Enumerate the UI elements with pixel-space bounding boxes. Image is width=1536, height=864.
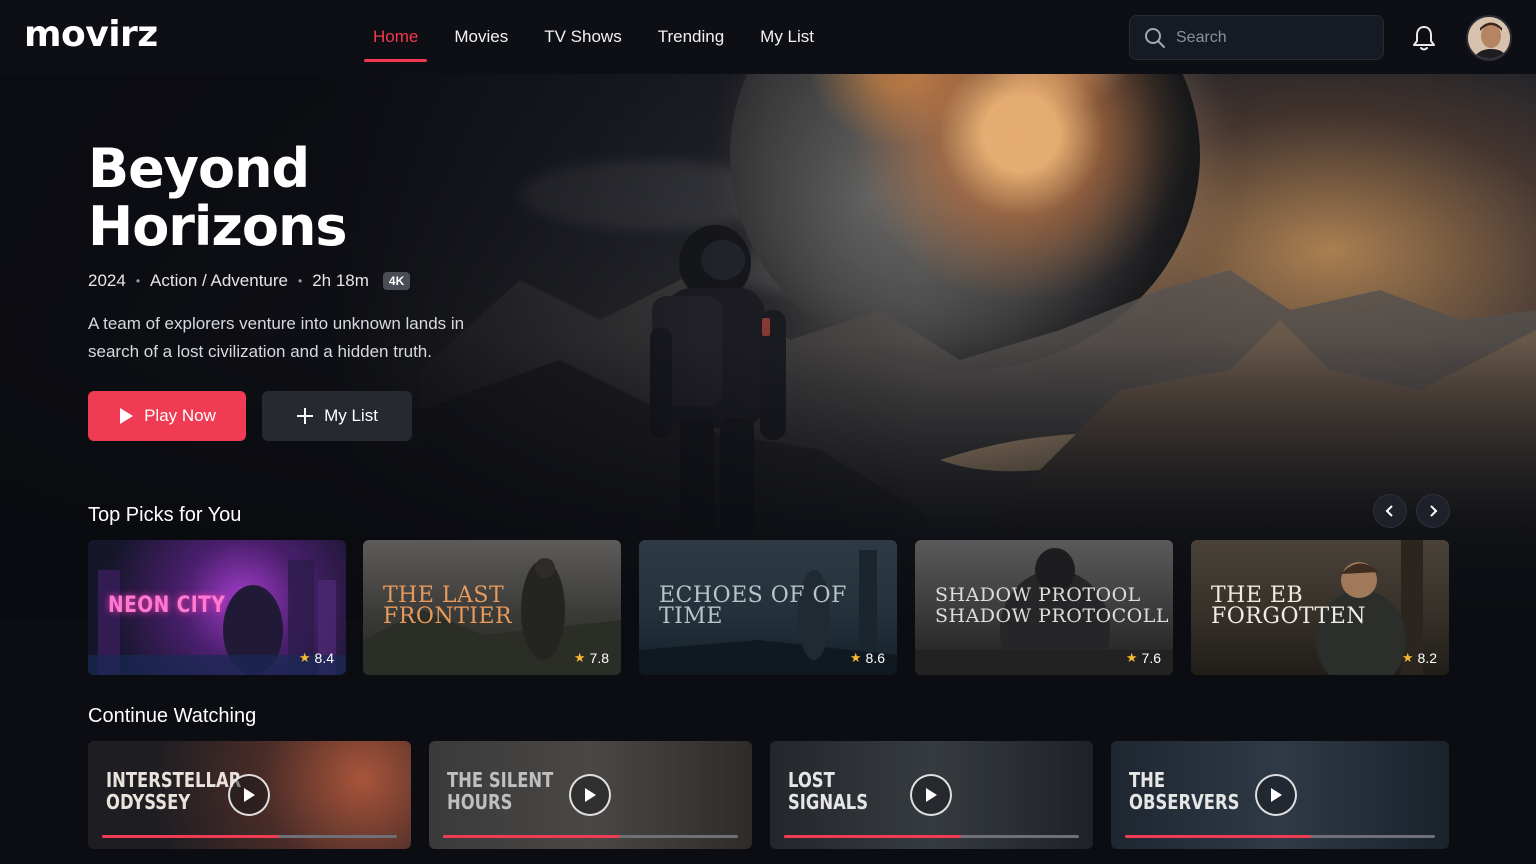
- my-list-label: My List: [324, 406, 378, 425]
- continue-watching-title: Continue Watching: [88, 705, 257, 727]
- progress-bar: [1125, 835, 1435, 838]
- movie-card[interactable]: THE LAST FRONTIER ★ 7.8: [363, 540, 621, 675]
- meta-separator: •: [135, 274, 141, 288]
- rating: ★ 7.6: [1126, 650, 1161, 666]
- continue-card[interactable]: THE SILENT HOURS: [429, 741, 752, 849]
- movie-card[interactable]: ECHOES OF OF TIME ★ 8.6: [639, 540, 897, 675]
- quality-badge: 4K: [382, 272, 411, 290]
- play-now-button[interactable]: Play Now: [88, 391, 246, 441]
- play-icon: [244, 788, 255, 802]
- progress-bar: [102, 835, 397, 838]
- star-icon: ★: [298, 650, 311, 665]
- nav-home[interactable]: Home: [364, 0, 428, 74]
- hero-duration: 2h 18m: [312, 271, 369, 290]
- movie-card-title: ECHOES OF OF TIME: [659, 583, 847, 629]
- star-icon: ★: [573, 650, 586, 665]
- progress-fill: [1125, 835, 1311, 838]
- carousel-next-button[interactable]: [1416, 494, 1450, 528]
- progress-bar: [443, 835, 738, 838]
- rating-value: 7.6: [1141, 650, 1161, 666]
- continue-card-title: LOST SIGNALS: [788, 768, 869, 814]
- plus-icon: [297, 408, 314, 424]
- hero-genre: Action / Adventure: [150, 271, 289, 290]
- meta-separator: •: [298, 274, 303, 288]
- search-input[interactable]: [1176, 28, 1366, 47]
- bell-icon[interactable]: [1411, 24, 1437, 52]
- continue-card-title: THE SILENT HOURS: [447, 768, 554, 814]
- play-button[interactable]: [569, 774, 611, 816]
- play-icon: [585, 788, 596, 802]
- nav-my-list[interactable]: My List: [751, 0, 823, 74]
- progress-fill: [102, 835, 279, 838]
- rating-value: 8.2: [1417, 650, 1437, 666]
- rating: ★ 8.4: [299, 650, 334, 666]
- movie-card-title: THE LAST FRONTIER: [383, 583, 513, 629]
- progress-fill: [784, 835, 961, 838]
- star-icon: ★: [849, 650, 862, 665]
- play-button[interactable]: [910, 774, 952, 816]
- hero-description: A team of explorers venture into unknown…: [88, 314, 465, 361]
- continue-card-title: INTERSTELLAR ODYSSEY: [106, 768, 242, 814]
- carousel-prev-button[interactable]: [1373, 494, 1407, 528]
- star-icon: ★: [1401, 650, 1414, 665]
- movie-card[interactable]: NEON CITY ★ 8.4: [88, 540, 346, 675]
- chevron-left-icon: [1385, 505, 1393, 517]
- movie-card-title: NEON CITY: [108, 593, 226, 618]
- search-icon: [1145, 27, 1165, 48]
- progress-bar: [784, 835, 1079, 838]
- continue-card[interactable]: THE OBSERVERS: [1111, 741, 1449, 849]
- nav-movies[interactable]: Movies: [445, 0, 517, 74]
- hero-year: 2024: [88, 271, 126, 290]
- movie-card[interactable]: THE EB FORGOTTEN ★ 8.2: [1191, 540, 1449, 675]
- search-box[interactable]: [1129, 15, 1384, 60]
- app-logo[interactable]: movirz: [24, 14, 158, 55]
- hero-meta: 2024 • Action / Adventure • 2h 18m 4K: [88, 271, 411, 291]
- continue-card-title: THE OBSERVERS: [1129, 768, 1240, 814]
- continue-card[interactable]: LOST SIGNALS: [770, 741, 1093, 849]
- movie-card-title: THE EB FORGOTTEN: [1211, 583, 1367, 629]
- rating-value: 8.4: [314, 650, 334, 666]
- play-button[interactable]: [228, 774, 270, 816]
- top-navbar: movirz Home Movies TV Shows Trending My …: [0, 0, 1536, 74]
- top-picks-title: Top Picks for You: [88, 504, 242, 526]
- rating-value: 7.8: [589, 650, 609, 666]
- movie-card-title: SHADOW PROTOOL SHADOW PROTOCOLL: [935, 584, 1169, 627]
- rating: ★ 8.2: [1402, 650, 1437, 666]
- rating: ★ 7.8: [574, 650, 609, 666]
- rating: ★ 8.6: [850, 650, 885, 666]
- progress-fill: [443, 835, 620, 838]
- star-icon: ★: [1125, 650, 1138, 665]
- continue-card[interactable]: INTERSTELLAR ODYSSEY: [88, 741, 411, 849]
- play-icon: [926, 788, 937, 802]
- hero-title: Beyond Horizons: [88, 137, 348, 258]
- nav-tv-shows[interactable]: TV Shows: [535, 0, 630, 74]
- add-to-list-button[interactable]: My List: [262, 391, 412, 441]
- rating-value: 8.6: [865, 650, 885, 666]
- nav-trending[interactable]: Trending: [649, 0, 733, 74]
- avatar[interactable]: [1466, 15, 1512, 61]
- chevron-right-icon: [1430, 505, 1438, 517]
- user-avatar-image: [1468, 17, 1510, 59]
- play-icon: [120, 408, 134, 424]
- movie-card[interactable]: SHADOW PROTOOL SHADOW PROTOCOLL ★ 7.6: [915, 540, 1173, 675]
- play-now-label: Play Now: [144, 406, 216, 425]
- main-nav: Home Movies TV Shows Trending My List: [364, 0, 841, 74]
- play-button[interactable]: [1255, 774, 1297, 816]
- play-icon: [1271, 788, 1282, 802]
